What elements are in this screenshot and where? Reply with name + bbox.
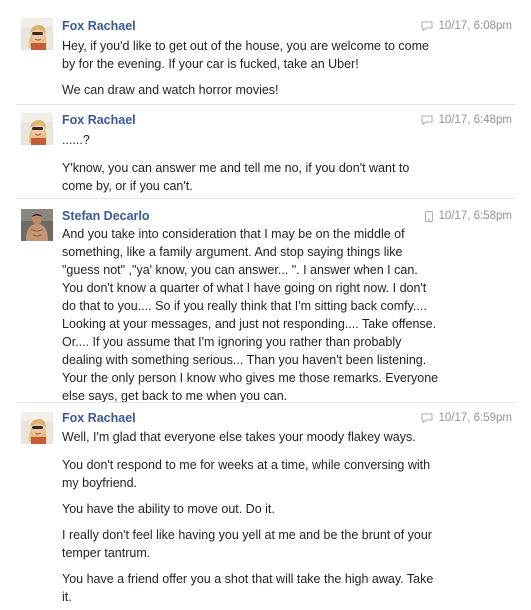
timestamp: 10/17, 6:58pm <box>438 210 512 222</box>
message-paragraph: Y'know, you can answer me and tell me no… <box>62 161 410 193</box>
message-meta: 10/17, 6:08pm <box>421 20 512 32</box>
sender-name[interactable]: Stefan Decarlo <box>62 209 150 223</box>
message-paragraph: You have a friend offer you a shot that … <box>62 572 434 604</box>
message-paragraph: Well, I'm glad that everyone else takes … <box>62 430 416 444</box>
message-paragraph: We can draw and watch horror movies! <box>62 83 279 97</box>
avatar-fox-rachael-icon <box>21 18 53 50</box>
chat-bubble-icon <box>421 115 433 125</box>
message-meta: 10/17, 6:58pm <box>425 210 512 222</box>
message-group: Fox Rachael 10/17, 6:08pm Hey, if you'd … <box>0 0 531 110</box>
message-group: Fox Rachael 10/17, 6:48pm ......? Y'know… <box>0 104 531 198</box>
message-group: Stefan Decarlo 10/17, 6:58pm And you tak… <box>0 198 531 403</box>
avatar[interactable] <box>21 113 53 145</box>
message-paragraph: You don't respond to me for weeks at a t… <box>62 458 431 490</box>
avatar-fox-rachael-icon <box>21 412 53 444</box>
avatar[interactable] <box>21 18 53 50</box>
message-meta: 10/17, 6:48pm <box>421 114 512 126</box>
chat-bubble-icon <box>421 413 433 423</box>
message-thread: Fox Rachael 10/17, 6:08pm Hey, if you'd … <box>0 0 531 610</box>
message-paragraph: Hey, if you'd like to get out of the hou… <box>62 39 429 71</box>
phone-icon <box>425 210 434 222</box>
avatar[interactable] <box>21 209 53 241</box>
message-paragraph: I really don't feel like having you yell… <box>62 528 432 560</box>
message-meta: 10/17, 6:59pm <box>421 412 512 424</box>
message-paragraph: And you take into consideration that I m… <box>62 227 439 403</box>
avatar-stefan-decarlo-icon <box>21 209 53 241</box>
sender-name[interactable]: Fox Rachael <box>62 19 136 33</box>
avatar-fox-rachael-icon <box>21 113 53 145</box>
message-paragraph: You have the ability to move out. Do it. <box>62 502 275 516</box>
sender-name[interactable]: Fox Rachael <box>62 411 136 425</box>
message-group: Fox Rachael 10/17, 6:59pm Well, I'm glad… <box>0 402 531 610</box>
avatar[interactable] <box>21 412 53 444</box>
chat-bubble-icon <box>421 21 433 31</box>
timestamp: 10/17, 6:59pm <box>438 412 512 424</box>
message-paragraph: ......? <box>62 133 90 147</box>
timestamp: 10/17, 6:48pm <box>438 114 512 126</box>
timestamp: 10/17, 6:08pm <box>438 20 512 32</box>
sender-name[interactable]: Fox Rachael <box>62 113 136 127</box>
